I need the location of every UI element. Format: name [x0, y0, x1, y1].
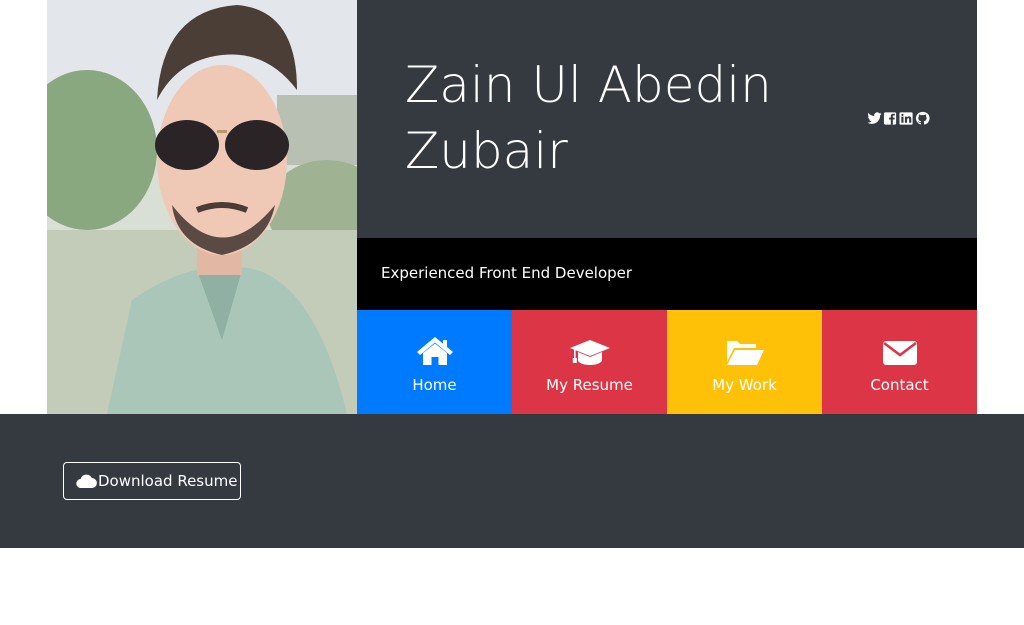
- graduation-cap-icon: [569, 334, 611, 366]
- twitter-icon[interactable]: [867, 110, 882, 126]
- social-links: [867, 110, 930, 126]
- nav-home-label: Home: [412, 376, 457, 394]
- download-resume-label: Download Resume: [98, 472, 238, 490]
- envelope-icon: [882, 334, 918, 366]
- nav-work-label: My Work: [712, 376, 777, 394]
- hero-section: Zain Ul Abedin Zubair Experienced Front …: [47, 0, 977, 414]
- linkedin-icon[interactable]: [899, 110, 914, 126]
- page: Zain Ul Abedin Zubair Experienced Front …: [0, 0, 1024, 625]
- download-resume-button[interactable]: Download Resume: [63, 462, 241, 500]
- name-panel: Zain Ul Abedin Zubair: [357, 0, 977, 238]
- profile-photo: [47, 0, 357, 414]
- home-icon: [416, 334, 454, 366]
- cloud-icon: [76, 474, 97, 488]
- nav-resume[interactable]: My Resume: [512, 310, 667, 414]
- nav-home[interactable]: Home: [357, 310, 512, 414]
- folder-open-icon: [725, 334, 765, 366]
- tagline-bar: Experienced Front End Developer: [357, 238, 977, 310]
- main-nav: Home My Resume My Work Contact: [357, 310, 977, 414]
- nav-resume-label: My Resume: [546, 376, 633, 394]
- github-icon[interactable]: [915, 110, 930, 126]
- profile-tagline: Experienced Front End Developer: [381, 264, 633, 282]
- profile-name: Zain Ul Abedin Zubair: [405, 56, 772, 180]
- actions-band: Download Resume: [0, 414, 1024, 548]
- nav-contact-label: Contact: [870, 376, 929, 394]
- facebook-icon[interactable]: [883, 110, 898, 126]
- nav-contact[interactable]: Contact: [822, 310, 977, 414]
- nav-work[interactable]: My Work: [667, 310, 822, 414]
